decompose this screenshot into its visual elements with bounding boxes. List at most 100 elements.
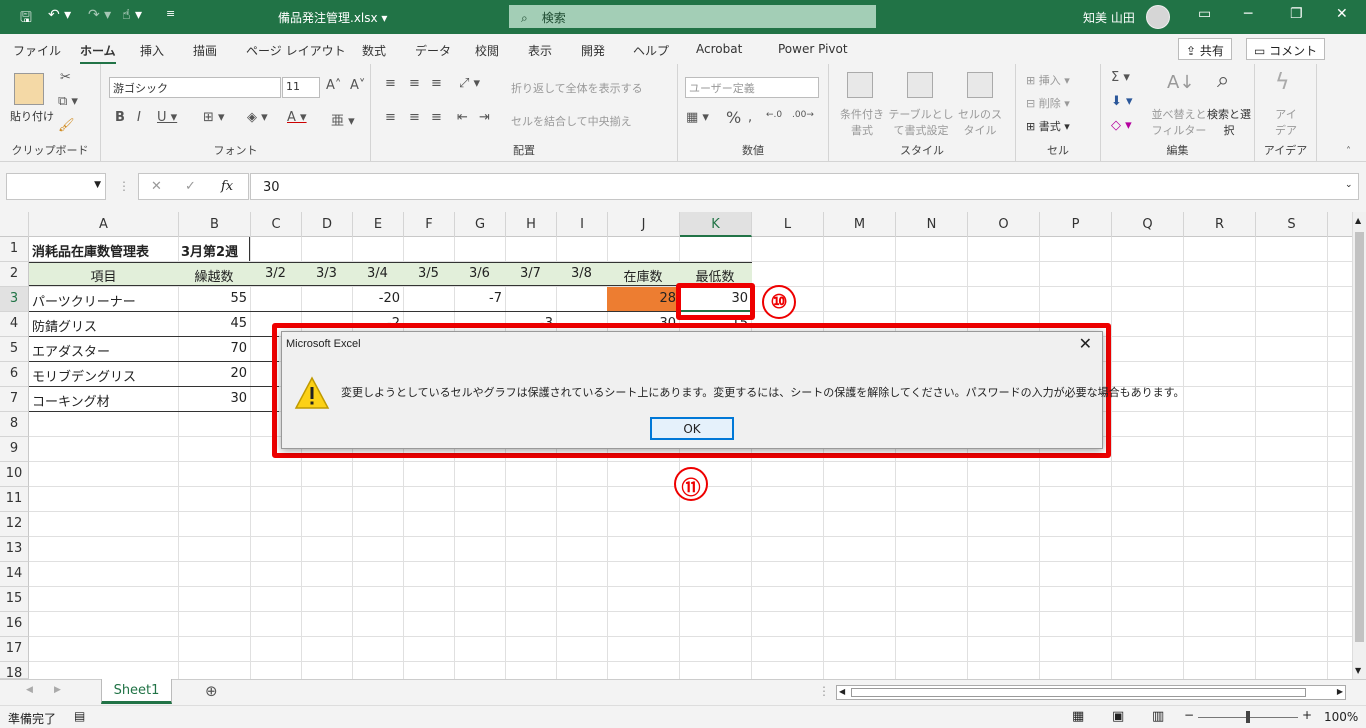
- percent-icon[interactable]: %: [726, 108, 741, 127]
- tab-insert[interactable]: 挿入: [140, 42, 164, 59]
- sort-filter-button[interactable]: 並べ替えとフィルター: [1151, 106, 1207, 138]
- col-header-s[interactable]: S: [1256, 212, 1328, 237]
- dialog-close-icon[interactable]: ✕: [1079, 334, 1092, 353]
- vertical-scrollbar[interactable]: ▲ ▼: [1352, 212, 1366, 679]
- wrap-text-button[interactable]: 折り返して全体を表示する: [511, 80, 643, 96]
- row-header[interactable]: 3: [0, 287, 29, 312]
- merge-center-button[interactable]: セルを結合して中央揃え: [511, 113, 632, 129]
- col-header-m[interactable]: M: [824, 212, 896, 237]
- search-box[interactable]: ⌕ 検索: [509, 5, 876, 28]
- row-header[interactable]: 9: [0, 437, 29, 462]
- zoom-level[interactable]: 100%: [1324, 710, 1358, 724]
- scroll-down-icon[interactable]: ▼: [1355, 666, 1361, 675]
- ribbon-display-icon[interactable]: ▭: [1198, 6, 1211, 22]
- decrease-decimal-icon[interactable]: .00→: [792, 110, 814, 120]
- col-header-a[interactable]: A: [29, 212, 179, 237]
- tab-home[interactable]: ホーム: [80, 42, 116, 65]
- font-color-icon[interactable]: A ▾: [287, 110, 307, 125]
- accounting-icon[interactable]: ▦ ▾: [686, 110, 709, 125]
- cut-icon[interactable]: ✂: [60, 70, 71, 85]
- font-family-select[interactable]: 游ゴシック: [109, 77, 281, 98]
- number-format-select[interactable]: ユーザー定義: [685, 77, 819, 98]
- item-name[interactable]: エアダスター: [29, 337, 178, 361]
- tab-view[interactable]: 表示: [528, 42, 552, 59]
- header-date[interactable]: 3/3: [301, 262, 352, 286]
- col-header-j[interactable]: J: [608, 212, 680, 237]
- row-header[interactable]: 8: [0, 412, 29, 437]
- zoom-in-icon[interactable]: +: [1302, 708, 1312, 722]
- font-size-select[interactable]: 11: [282, 77, 320, 98]
- row-header[interactable]: 18: [0, 662, 29, 681]
- col-header-b[interactable]: B: [179, 212, 251, 237]
- tab-developer[interactable]: 開発: [581, 42, 605, 59]
- zoom-out-icon[interactable]: −: [1184, 708, 1194, 722]
- item-name[interactable]: 防錆グリス: [29, 312, 178, 336]
- insert-function-icon[interactable]: fx: [221, 179, 233, 194]
- col-header-l[interactable]: L: [752, 212, 824, 237]
- formula-input[interactable]: 30: [250, 173, 1359, 200]
- zoom-slider-thumb[interactable]: [1246, 711, 1250, 723]
- insert-cells-button[interactable]: ⊞ 挿入 ▾: [1026, 72, 1070, 88]
- border-icon[interactable]: ⊞ ▾: [203, 110, 225, 125]
- tab-formulas[interactable]: 数式: [362, 42, 386, 59]
- col-header-n[interactable]: N: [896, 212, 968, 237]
- save-icon[interactable]: 🖫: [20, 7, 32, 31]
- col-header-h[interactable]: H: [506, 212, 557, 237]
- delete-cells-button[interactable]: ⊟ 削除 ▾: [1026, 95, 1070, 111]
- item-name[interactable]: パーツクリーナー: [29, 287, 178, 311]
- header-date[interactable]: 3/6: [454, 262, 505, 286]
- customize-qat-icon[interactable]: ≡: [166, 7, 175, 20]
- row-header[interactable]: 15: [0, 587, 29, 612]
- orientation-icon[interactable]: ⤢ ▾: [459, 76, 480, 91]
- bold-icon[interactable]: B: [115, 110, 125, 125]
- tab-splitter-icon[interactable]: ⋮: [818, 684, 830, 698]
- row-header[interactable]: 7: [0, 387, 29, 412]
- select-all-corner[interactable]: [0, 212, 29, 237]
- tab-page-layout[interactable]: ページ レイアウト: [246, 42, 346, 59]
- shrink-font-icon[interactable]: A˅: [350, 78, 365, 93]
- fill-icon[interactable]: ⬇ ▾: [1111, 94, 1133, 109]
- col-header-d[interactable]: D: [302, 212, 353, 237]
- redo-icon[interactable]: ↷ ▾: [88, 7, 111, 23]
- cancel-icon[interactable]: ✕: [151, 179, 162, 194]
- header-date[interactable]: 3/8: [556, 262, 607, 286]
- cell-styles-button[interactable]: セルのスタイル: [955, 106, 1005, 138]
- align-bottom-icon[interactable]: ≡: [431, 76, 442, 91]
- grow-font-icon[interactable]: A˄: [326, 78, 341, 93]
- close-window-icon[interactable]: ✕: [1336, 6, 1348, 22]
- ideas-button[interactable]: アイデア: [1271, 106, 1301, 138]
- header-carry[interactable]: 繰越数: [178, 262, 250, 286]
- user-name[interactable]: 知美 山田: [1083, 9, 1135, 26]
- comment-button[interactable]: ▭ コメント: [1246, 38, 1326, 60]
- tab-file[interactable]: ファイル: [13, 42, 61, 59]
- paste-button[interactable]: 貼り付け: [10, 108, 54, 124]
- align-right-icon[interactable]: ≡: [431, 110, 442, 125]
- col-header-q[interactable]: Q: [1112, 212, 1184, 237]
- tab-review[interactable]: 校閲: [475, 42, 499, 59]
- align-left-icon[interactable]: ≡: [385, 110, 396, 125]
- scroll-up-icon[interactable]: ▲: [1355, 216, 1361, 225]
- decrease-indent-icon[interactable]: ⇤: [457, 110, 468, 125]
- header-item[interactable]: 項目: [29, 262, 178, 286]
- accessibility-icon[interactable]: ▤: [74, 709, 85, 723]
- align-middle-icon[interactable]: ≡: [409, 76, 420, 91]
- file-name[interactable]: 備品発注管理.xlsx ▾: [278, 9, 387, 26]
- avatar[interactable]: [1146, 5, 1170, 29]
- conditional-format-button[interactable]: 条件付き書式: [837, 106, 887, 138]
- next-sheet-icon[interactable]: ▶: [54, 685, 61, 695]
- tab-help[interactable]: ヘルプ: [633, 42, 669, 59]
- horizontal-scroll-thumb[interactable]: [851, 688, 1306, 697]
- comma-icon[interactable]: ,: [748, 110, 752, 125]
- tab-data[interactable]: データ: [415, 42, 451, 59]
- col-header-o[interactable]: O: [968, 212, 1040, 237]
- carry-value[interactable]: 30: [178, 387, 250, 411]
- undo-icon[interactable]: ↶ ▾: [48, 7, 71, 23]
- touch-mode-icon[interactable]: ☝ ▾: [122, 7, 142, 23]
- row-header[interactable]: 10: [0, 462, 29, 487]
- scroll-right-icon[interactable]: ▶: [1337, 687, 1343, 696]
- underline-icon[interactable]: U ▾: [157, 110, 177, 125]
- sort-filter-icon[interactable]: A↓: [1167, 72, 1194, 93]
- row-header[interactable]: 13: [0, 537, 29, 562]
- expand-formula-icon[interactable]: ⌄: [1345, 180, 1353, 190]
- collapse-ribbon-icon[interactable]: ˄: [1346, 146, 1351, 157]
